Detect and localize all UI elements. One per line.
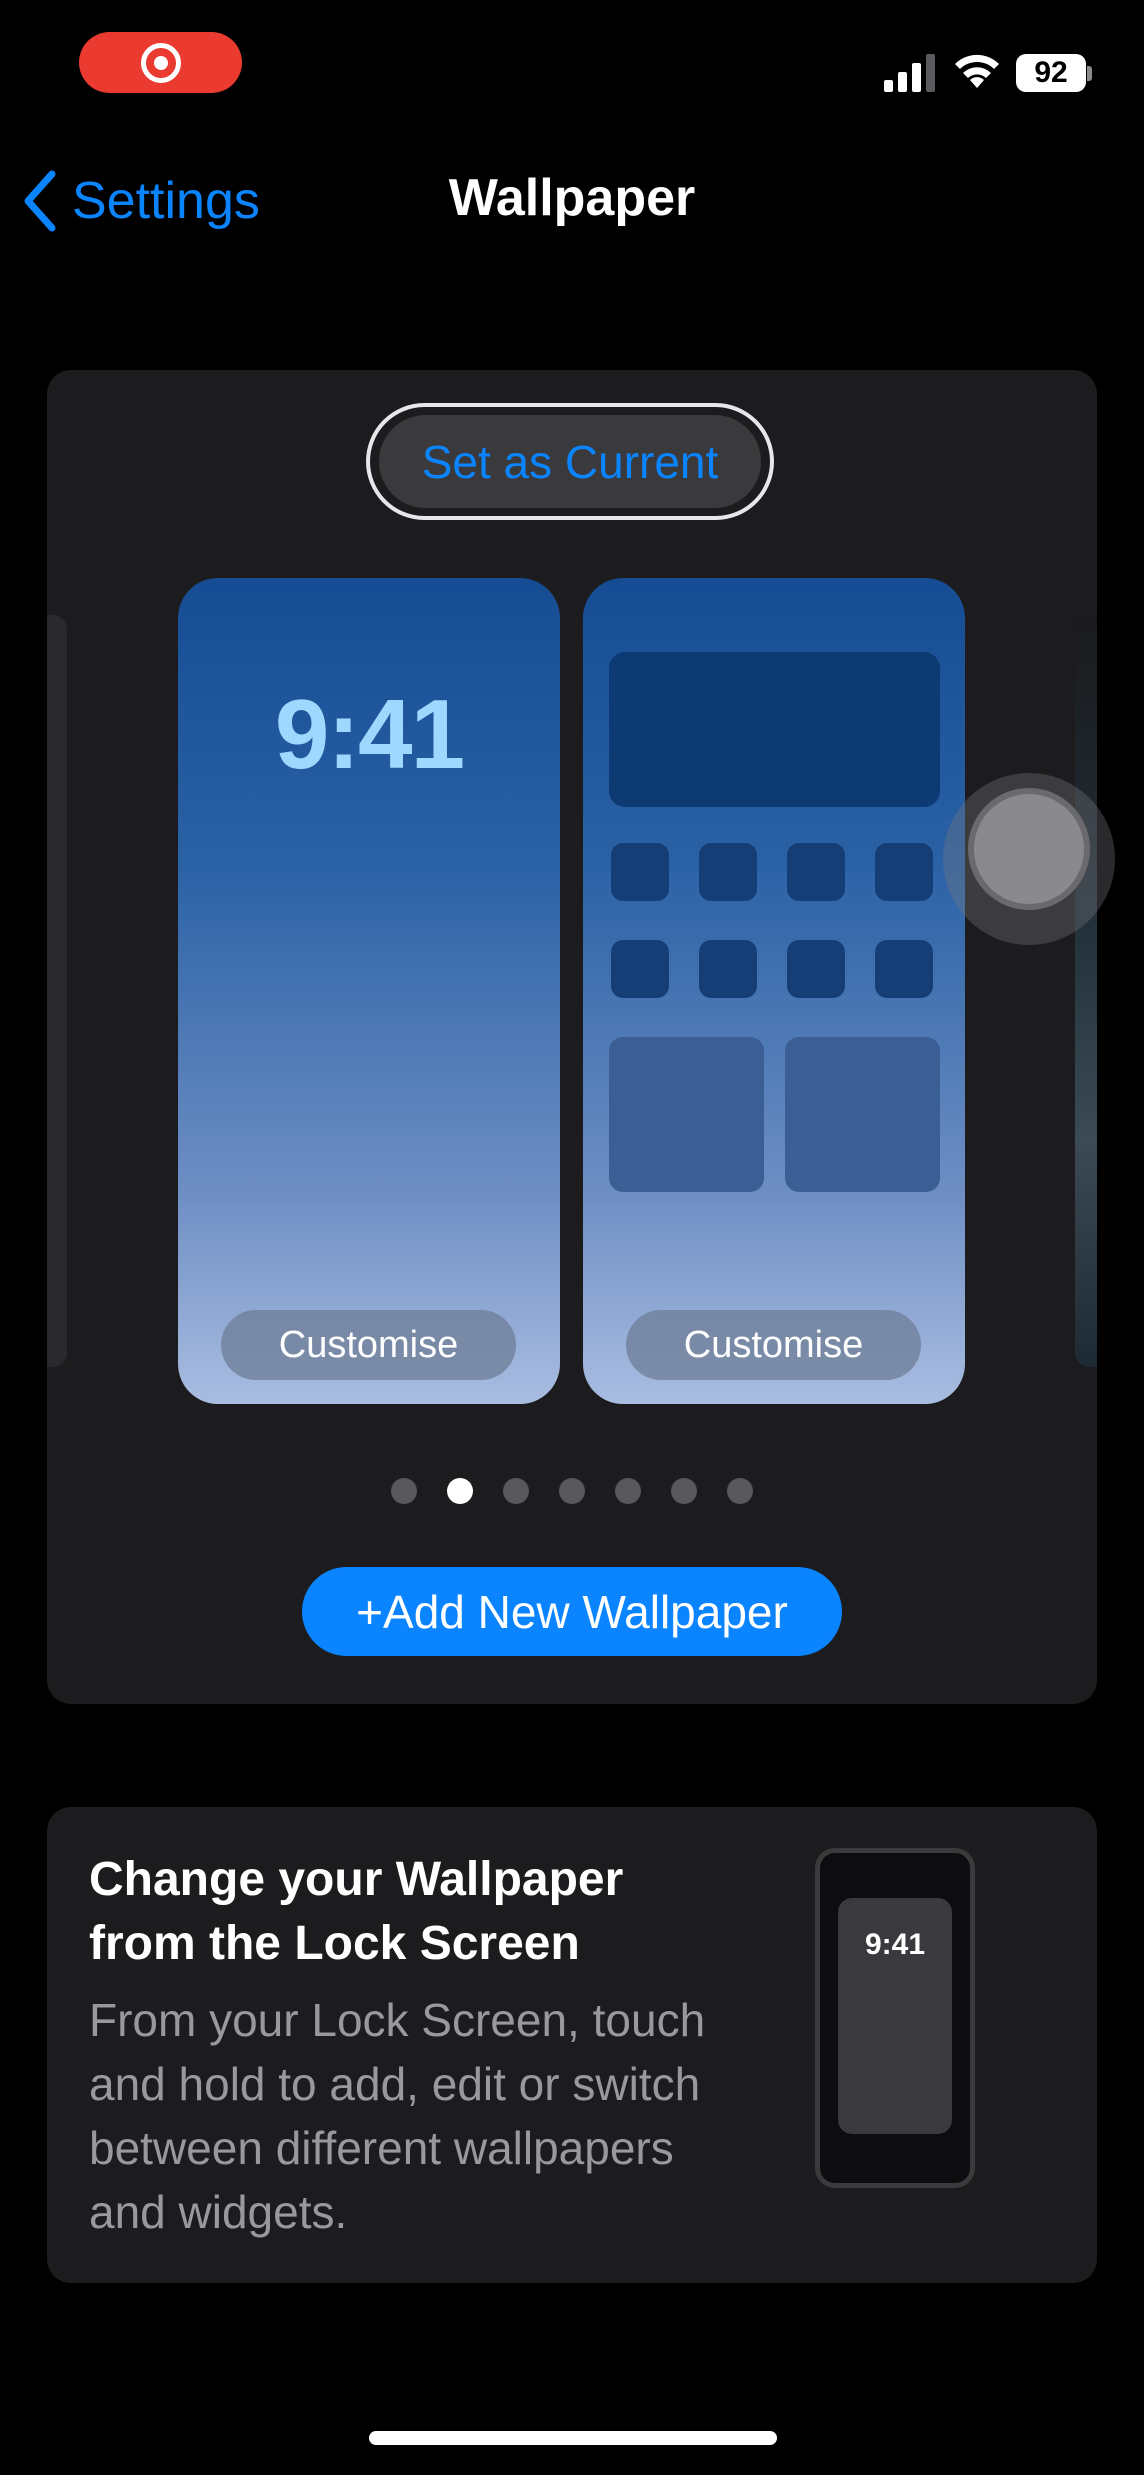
home-indicator[interactable] (369, 2431, 777, 2445)
app-icon-placeholder (611, 940, 669, 998)
battery-cap (1087, 66, 1092, 81)
app-icon-placeholder (611, 843, 669, 901)
add-new-wallpaper-button[interactable]: +Add New Wallpaper (302, 1567, 842, 1656)
customise-lock-screen-button[interactable]: Customise (221, 1310, 516, 1380)
page-title-text: Wallpaper (448, 169, 696, 227)
page-dot[interactable] (391, 1478, 417, 1504)
page-dot[interactable] (671, 1478, 697, 1504)
wifi-icon (955, 54, 999, 88)
screen-recording-icon (140, 42, 181, 83)
battery-level: 92 (1034, 56, 1068, 89)
page-dot[interactable] (559, 1478, 585, 1504)
tip-body: From your Lock Screen, touch and hold to… (89, 1994, 706, 2238)
wallpaper-page-indicator[interactable] (0, 1478, 1144, 1504)
touch-indicator (968, 788, 1090, 910)
app-icon-placeholder (875, 940, 933, 998)
tip-title: Change your Wallpaper from the Lock Scre… (89, 1853, 624, 1970)
screen-recording-indicator[interactable] (79, 32, 242, 93)
lock-screen-preview[interactable]: 9:41 Customise (178, 578, 560, 1404)
phone-illustration-time: 9:41 (864, 1928, 926, 1961)
next-wallpaper-peek[interactable] (1075, 615, 1097, 1367)
widget-placeholder-small (785, 1037, 940, 1192)
cellular-signal-icon (884, 54, 935, 92)
widget-placeholder-small (609, 1037, 764, 1192)
page-dot[interactable] (503, 1478, 529, 1504)
app-icon-placeholder (787, 940, 845, 998)
lock-screen-time: 9:41 (274, 679, 465, 789)
home-screen-preview[interactable]: Customise (583, 578, 965, 1404)
app-icon-placeholder (787, 843, 845, 901)
previous-wallpaper-peek[interactable] (47, 615, 67, 1367)
set-as-current-focus-ring: Set as Current (366, 403, 774, 520)
customise-home-screen-button[interactable]: Customise (626, 1310, 921, 1380)
battery-indicator: 92 (1016, 54, 1086, 92)
page-dot[interactable] (615, 1478, 641, 1504)
app-icon-placeholder (699, 940, 757, 998)
set-as-current-button[interactable]: Set as Current (379, 415, 761, 508)
page-title: Wallpaper (0, 168, 1144, 228)
page-dot[interactable] (727, 1478, 753, 1504)
widget-placeholder-large (609, 652, 940, 807)
app-icon-placeholder (875, 843, 933, 901)
page-dot-active[interactable] (447, 1478, 473, 1504)
app-icon-placeholder (699, 843, 757, 901)
